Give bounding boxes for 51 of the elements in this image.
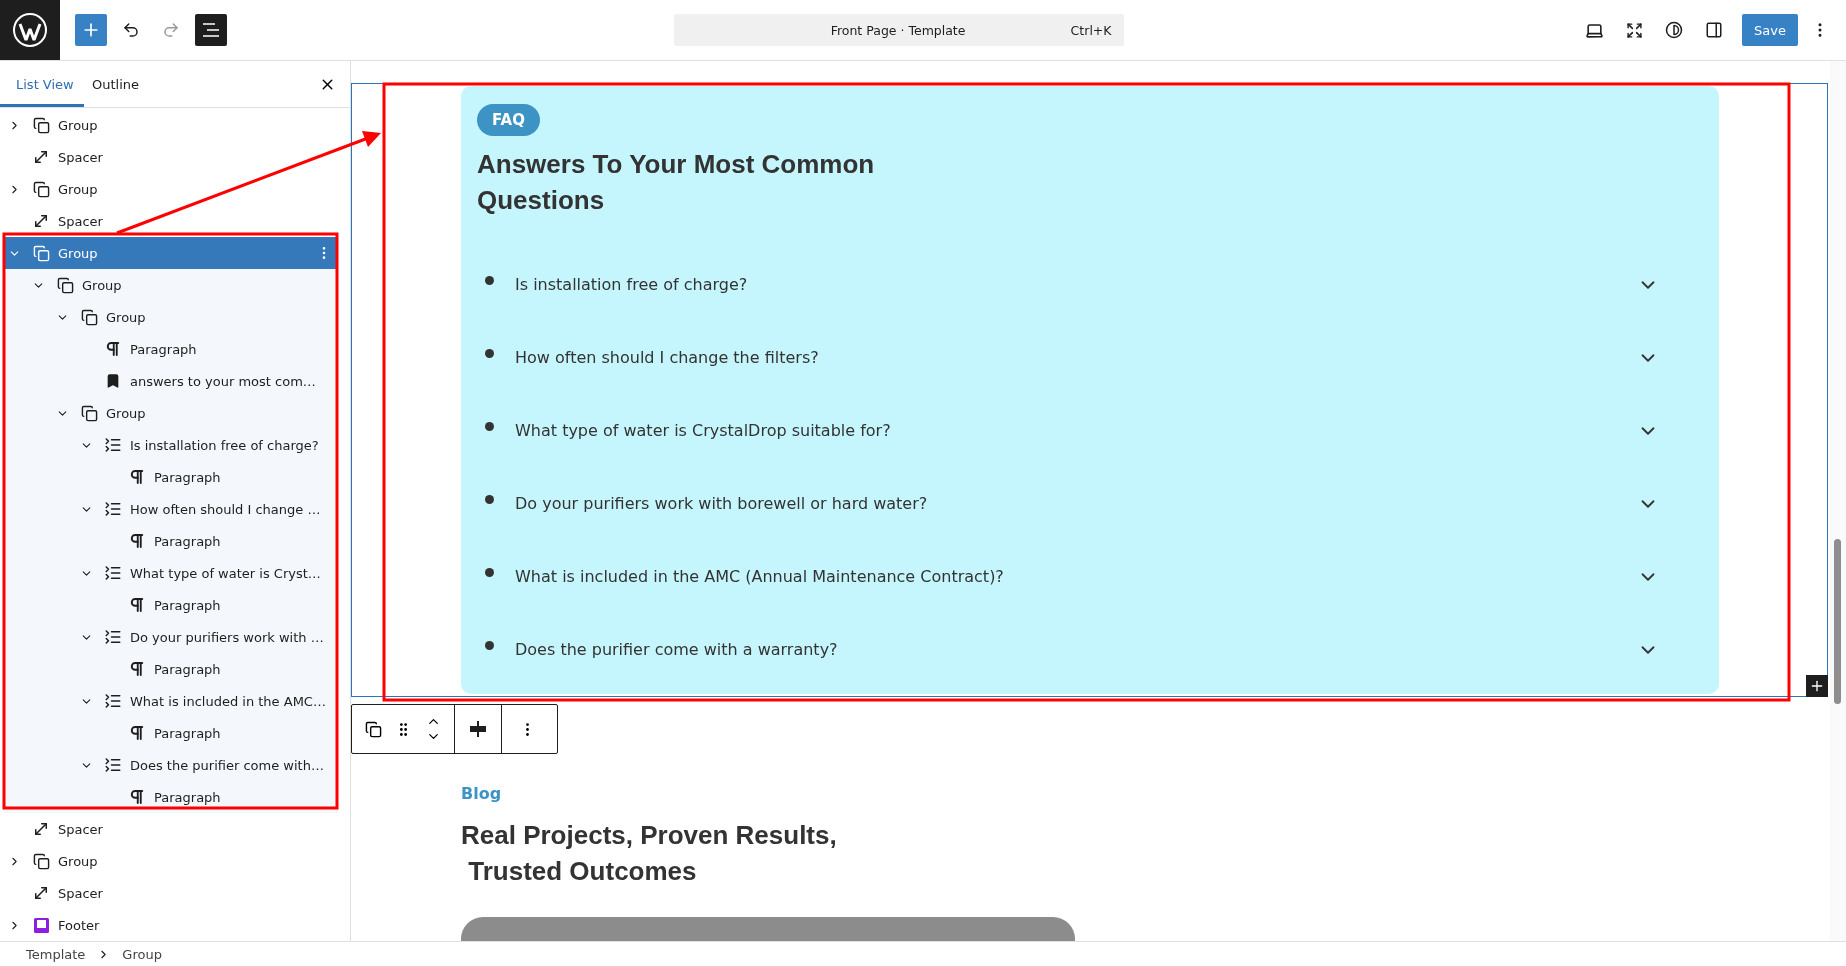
- scrollbar-thumb[interactable]: [1834, 539, 1841, 704]
- bullet-icon: [485, 349, 494, 358]
- list-view-item[interactable]: Do your purifiers work with …: [4, 621, 338, 653]
- section-heading: Answers To Your Most Common Questions: [477, 148, 876, 217]
- list-view-item[interactable]: Group: [4, 845, 338, 877]
- list-view-item[interactable]: Paragraph: [4, 653, 338, 685]
- list-view-item[interactable]: Spacer: [4, 877, 338, 909]
- list-view-item[interactable]: What type of water is Cryst…: [4, 557, 338, 589]
- bullet-icon: [485, 495, 494, 504]
- list-view-item[interactable]: Group: [4, 397, 338, 429]
- list-view-item[interactable]: Group: [4, 109, 338, 141]
- faq-question[interactable]: How often should I change the filters?: [515, 348, 1637, 367]
- list-view-item[interactable]: Paragraph: [4, 461, 338, 493]
- bullet-icon: [485, 568, 494, 577]
- list-view-item[interactable]: answers to your most com…: [4, 365, 338, 397]
- bullet-icon: [485, 276, 494, 285]
- blog-label: Blog: [461, 784, 503, 803]
- list-view-item[interactable]: What is included in the AMC…: [4, 685, 338, 717]
- sidebar-tab[interactable]: List View: [0, 61, 84, 107]
- blog-heading: Real Projects, Proven Results, Trusted Outcomes: [461, 819, 838, 888]
- bullet-icon: [485, 422, 494, 431]
- faq-badge: FAQ: [477, 104, 540, 136]
- faq-question[interactable]: Does the purifier come with a warranty?: [515, 640, 1637, 659]
- breadcrumb-link[interactable]: Template: [26, 946, 86, 962]
- list-view-item[interactable]: Is installation free of charge?: [4, 429, 338, 461]
- list-view-item[interactable]: Group: [4, 173, 338, 205]
- command-bar[interactable]: Front Page · Template Ctrl+K: [673, 14, 1124, 46]
- list-view-item[interactable]: Spacer: [4, 141, 338, 173]
- list-view-item[interactable]: Spacer: [4, 205, 338, 237]
- list-view-item[interactable]: Group: [4, 301, 338, 333]
- save-button[interactable]: Save: [1742, 14, 1798, 46]
- list-view-item[interactable]: Group: [4, 269, 338, 301]
- list-view-item[interactable]: Paragraph: [4, 333, 338, 365]
- list-view-icon[interactable]: [202, 23, 220, 37]
- faq-question[interactable]: What is included in the AMC (Annual Maintenance Contract)?: [515, 567, 1637, 586]
- list-view-item[interactable]: Paragraph: [4, 589, 338, 621]
- bullet-icon: [485, 641, 494, 650]
- sidebar-tab[interactable]: Outline: [84, 61, 162, 107]
- list-view-item[interactable]: Group: [4, 237, 338, 269]
- list-view-button[interactable]: [195, 14, 227, 46]
- wordpress-logo[interactable]: [0, 0, 60, 60]
- list-view-item[interactable]: Paragraph: [4, 525, 338, 557]
- list-view-item[interactable]: Paragraph: [4, 717, 338, 749]
- breadcrumb-link[interactable]: Group: [122, 946, 162, 962]
- list-view-item[interactable]: Does the purifier come with…: [4, 749, 338, 781]
- list-view-item[interactable]: Footer: [4, 909, 338, 941]
- faq-question[interactable]: Do your purifiers work with borewell or hard water?: [515, 494, 1637, 513]
- faq-question[interactable]: Is installation free of charge?: [515, 275, 1637, 294]
- list-view-item[interactable]: How often should I change …: [4, 493, 338, 525]
- faq-question[interactable]: What type of water is CrystalDrop suitable for?: [515, 421, 1637, 440]
- list-view-item[interactable]: Spacer: [4, 813, 338, 845]
